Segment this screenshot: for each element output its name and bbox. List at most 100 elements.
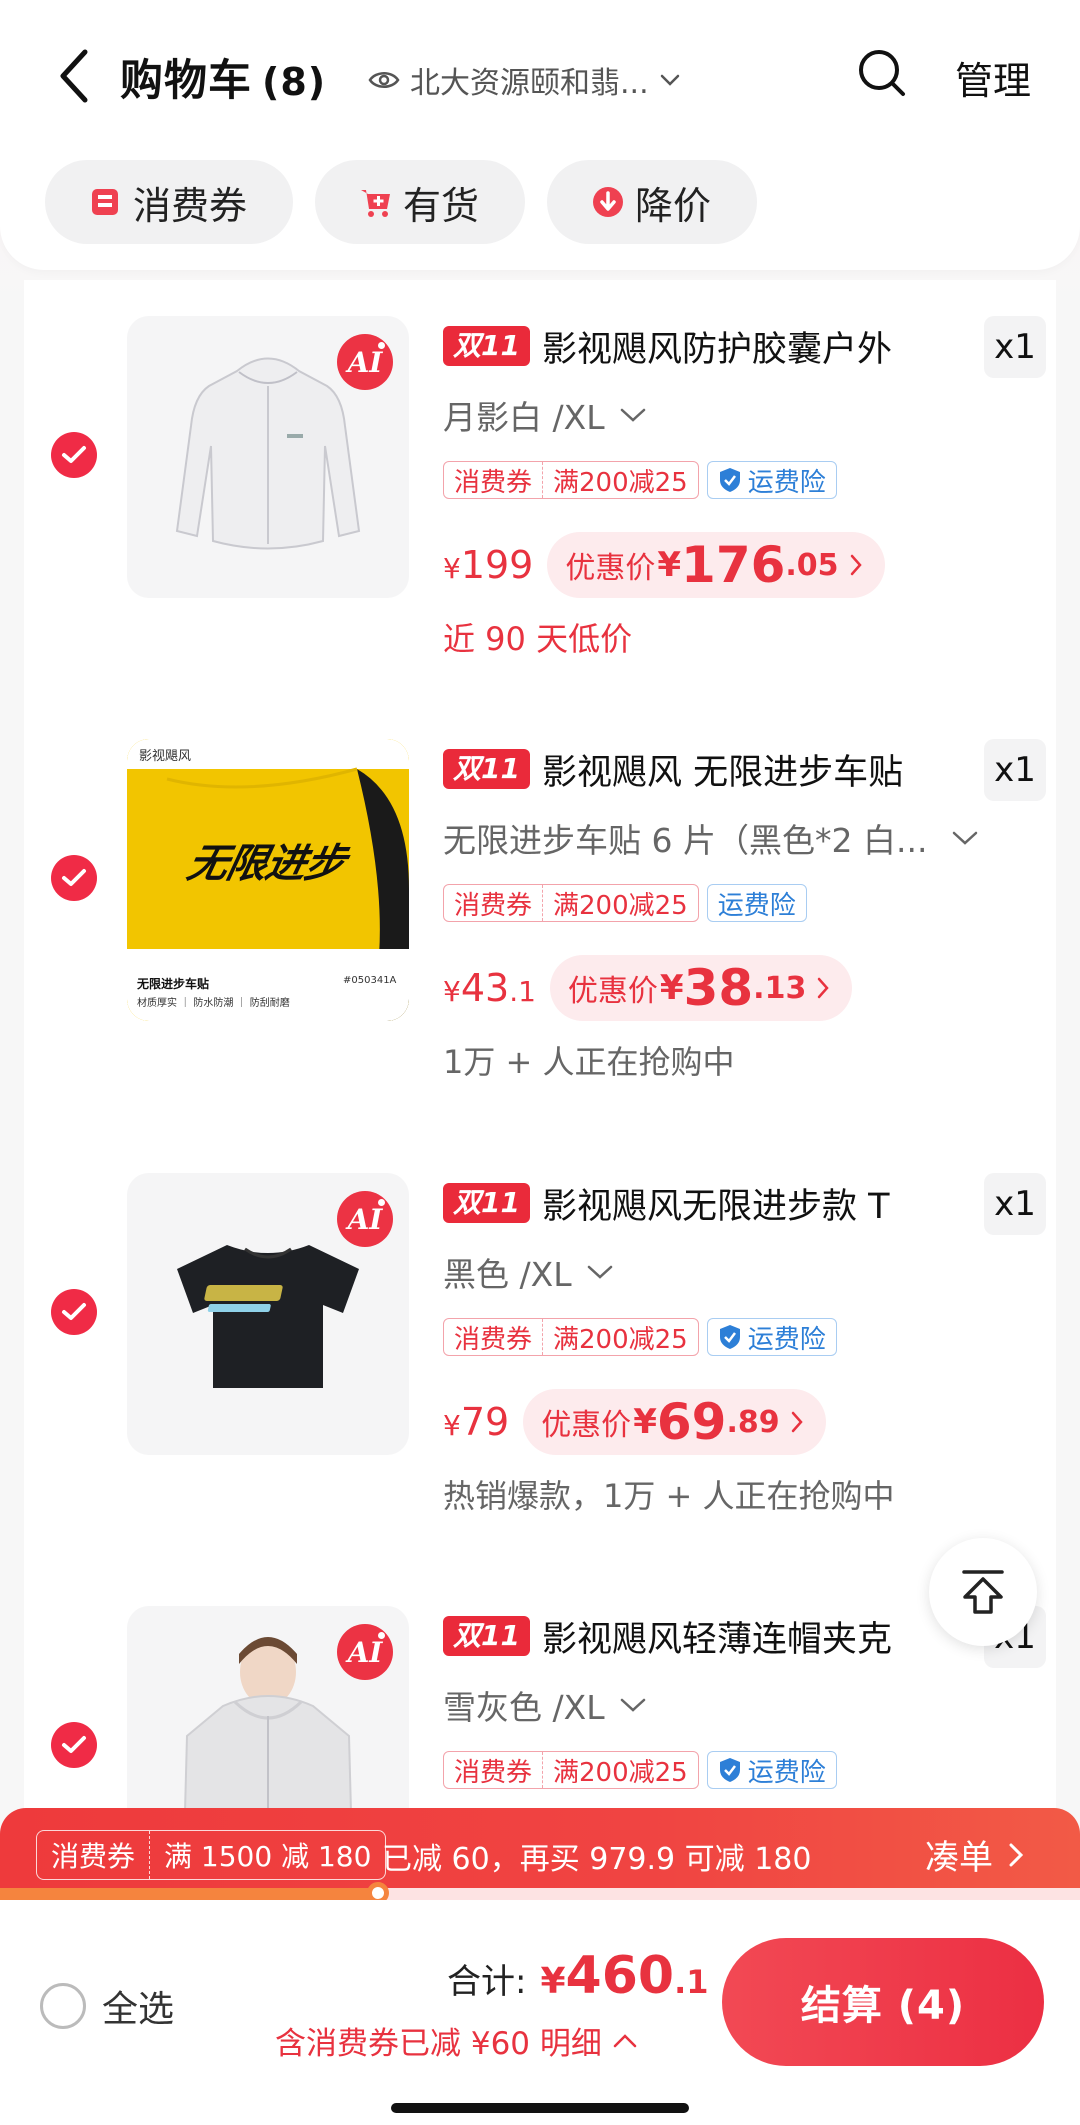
promo-progress-fill — [0, 1888, 378, 1900]
checkmark-icon — [62, 1736, 86, 1753]
home-indicator — [391, 2103, 689, 2113]
coupon-tag-rule: 满200减25 — [553, 467, 688, 498]
item-checkbox[interactable] — [51, 855, 97, 901]
chevron-right-icon — [818, 977, 830, 999]
shipping-insurance-tag: 运费险 — [706, 1751, 837, 1789]
product-image[interactable]: AI — [127, 316, 409, 598]
shield-icon — [719, 1758, 740, 1782]
price-down-icon — [593, 187, 624, 217]
deal-label: 优惠价 — [541, 1408, 632, 1443]
insurance-label: 运费险 — [717, 890, 796, 921]
back-button[interactable] — [55, 48, 95, 104]
filter-in-stock[interactable]: 有货 — [315, 160, 526, 244]
chevron-down-icon — [620, 1698, 645, 1712]
promo-banner: 消费券 满 1500 减 180 已减 60，再买 979.9 可减 180 凑… — [0, 1808, 1080, 1900]
price-symbol: ¥ — [443, 975, 461, 1008]
manage-button[interactable]: 管理 — [955, 50, 1031, 105]
discount-price-button[interactable]: 优惠价 ¥ 176 .05 — [547, 532, 885, 598]
price-dec: .1 — [509, 975, 536, 1008]
item-checkbox[interactable] — [51, 432, 97, 478]
quantity-button[interactable]: x1 — [984, 316, 1046, 378]
add-on-label: 凑单 — [925, 1838, 993, 1878]
deal-int: 38 — [683, 959, 754, 1017]
deal-dec: .05 — [785, 547, 839, 583]
filter-bar: 消费券 有货 降价 — [45, 160, 758, 244]
price-int: 79 — [460, 1400, 510, 1444]
quantity-button[interactable]: x1 — [984, 1173, 1046, 1235]
item-checkbox[interactable] — [51, 1722, 97, 1768]
discount-detail-text: 含消费券已减 ¥60 明细 — [275, 2026, 602, 2062]
item-title[interactable]: 影视飓风轻薄连帽夹克 — [542, 1611, 962, 1662]
address-selector[interactable]: 北大资源颐和翡... — [368, 60, 681, 101]
insurance-label: 运费险 — [747, 467, 826, 498]
chevron-down-icon — [587, 1265, 612, 1279]
item-note: 近 90 天低价 — [443, 620, 633, 658]
coupon-tag: 消费券 满200减25 — [443, 1751, 699, 1789]
shield-icon — [719, 468, 740, 492]
deal-dec: .89 — [726, 1404, 780, 1440]
select-all-toggle[interactable]: 全选 — [40, 1980, 174, 2032]
total-price: 合计: ¥ 460 .1 — [447, 1946, 709, 2006]
chevron-left-icon — [60, 49, 88, 103]
promo-coupon-rule: 满 1500 减 180 — [164, 1840, 372, 1873]
chevron-right-icon — [850, 554, 862, 576]
chevron-down-icon — [953, 831, 978, 845]
cart-item: AI 双11 影视飓风无限进步款 T x1 黑色 /XL 消费券 满200减25… — [24, 1137, 1056, 1571]
product-image[interactable]: AI — [127, 1173, 409, 1455]
coupon-tag: 消费券 满200减25 — [443, 884, 699, 922]
select-all-radio[interactable] — [40, 1983, 86, 2029]
product-image[interactable]: AI — [127, 1606, 409, 1820]
checkmark-icon — [62, 446, 86, 463]
variant-selector[interactable]: 雪灰色 /XL — [443, 1682, 1043, 1728]
variant-selector[interactable]: 月影白 /XL — [443, 392, 1043, 438]
item-title[interactable]: 影视飓风 无限进步车贴 — [542, 744, 962, 795]
variant-text: 雪灰色 /XL — [443, 1688, 605, 1727]
discount-price-button[interactable]: 优惠价 ¥ 69 .89 — [523, 1389, 826, 1455]
discount-detail-toggle[interactable]: 含消费券已减 ¥60 明细 — [275, 2018, 638, 2063]
back-to-top-button[interactable] — [929, 1538, 1037, 1646]
cart-item: AI 双11 影视飓风防护胶囊户外 x1 月影白 /XL 消费券 满200减25… — [24, 280, 1056, 714]
checkout-button[interactable]: 结算 (4) — [722, 1938, 1044, 2066]
variant-text: 月影白 /XL — [443, 398, 605, 437]
add-on-button[interactable]: 凑单 — [925, 1830, 1025, 1879]
chevron-up-icon — [613, 2033, 637, 2047]
coupon-icon — [92, 189, 118, 215]
item-title[interactable]: 影视飓风防护胶囊户外 — [542, 321, 962, 372]
item-title[interactable]: 影视飓风无限进步款 T — [542, 1178, 962, 1229]
page-title: 购物车 (8) — [120, 46, 326, 108]
coupon-tag-rule: 满200减25 — [553, 1324, 688, 1355]
header: 购物车 (8) 北大资源颐和翡... 管理 消费券 有货 降价 — [0, 0, 1080, 270]
chevron-down-icon — [660, 74, 679, 86]
sticker-headline: 无限进步 — [183, 841, 350, 887]
chevron-right-icon — [1009, 1843, 1024, 1866]
item-checkbox[interactable] — [51, 1289, 97, 1335]
variant-selector[interactable]: 黑色 /XL — [443, 1249, 1043, 1295]
promo-text: 已减 60，再买 979.9 可减 180 — [382, 1842, 812, 1877]
checkmark-icon — [62, 1303, 86, 1320]
coupon-tag-label: 消费券 — [444, 1319, 544, 1355]
quantity-button[interactable]: x1 — [984, 739, 1046, 801]
sticker-brand: 影视飓风 — [139, 749, 192, 764]
filter-coupon[interactable]: 消费券 — [45, 160, 294, 244]
total-dec: .1 — [674, 1963, 709, 2001]
filter-in-stock-label: 有货 — [403, 183, 480, 228]
original-price: ¥79 — [443, 1400, 509, 1444]
total-label: 合计: — [447, 1962, 527, 2002]
price-symbol: ¥ — [443, 1409, 461, 1442]
original-price: ¥43.1 — [443, 966, 536, 1010]
deal-label: 优惠价 — [565, 551, 656, 586]
coupon-tag: 消费券 满200减25 — [443, 1318, 699, 1356]
variant-text: 黑色 /XL — [443, 1255, 572, 1294]
filter-price-drop[interactable]: 降价 — [547, 160, 758, 244]
coupon-tag: 消费券 满200减25 — [443, 461, 699, 499]
ai-badge: AI — [337, 334, 393, 390]
variant-selector[interactable]: 无限进步车贴 6 片（黑色*2 白... — [443, 815, 1043, 861]
search-button[interactable] — [855, 46, 911, 102]
checkout-bar: 全选 合计: ¥ 460 .1 含消费券已减 ¥60 明细 结算 (4) — [0, 1900, 1080, 2125]
double11-badge: 双11 — [443, 749, 530, 789]
select-all-label: 全选 — [102, 1989, 175, 2030]
product-image[interactable]: 影视飓风 无限进步 无限进步车贴 材质厚实 ｜ 防水防潮 ｜ 防刮耐磨 #050… — [127, 739, 409, 1021]
discount-price-button[interactable]: 优惠价 ¥ 38 .13 — [549, 955, 853, 1021]
promo-coupon-tag: 消费券 满 1500 减 180 — [36, 1830, 387, 1880]
ai-badge: AI — [337, 1191, 393, 1247]
